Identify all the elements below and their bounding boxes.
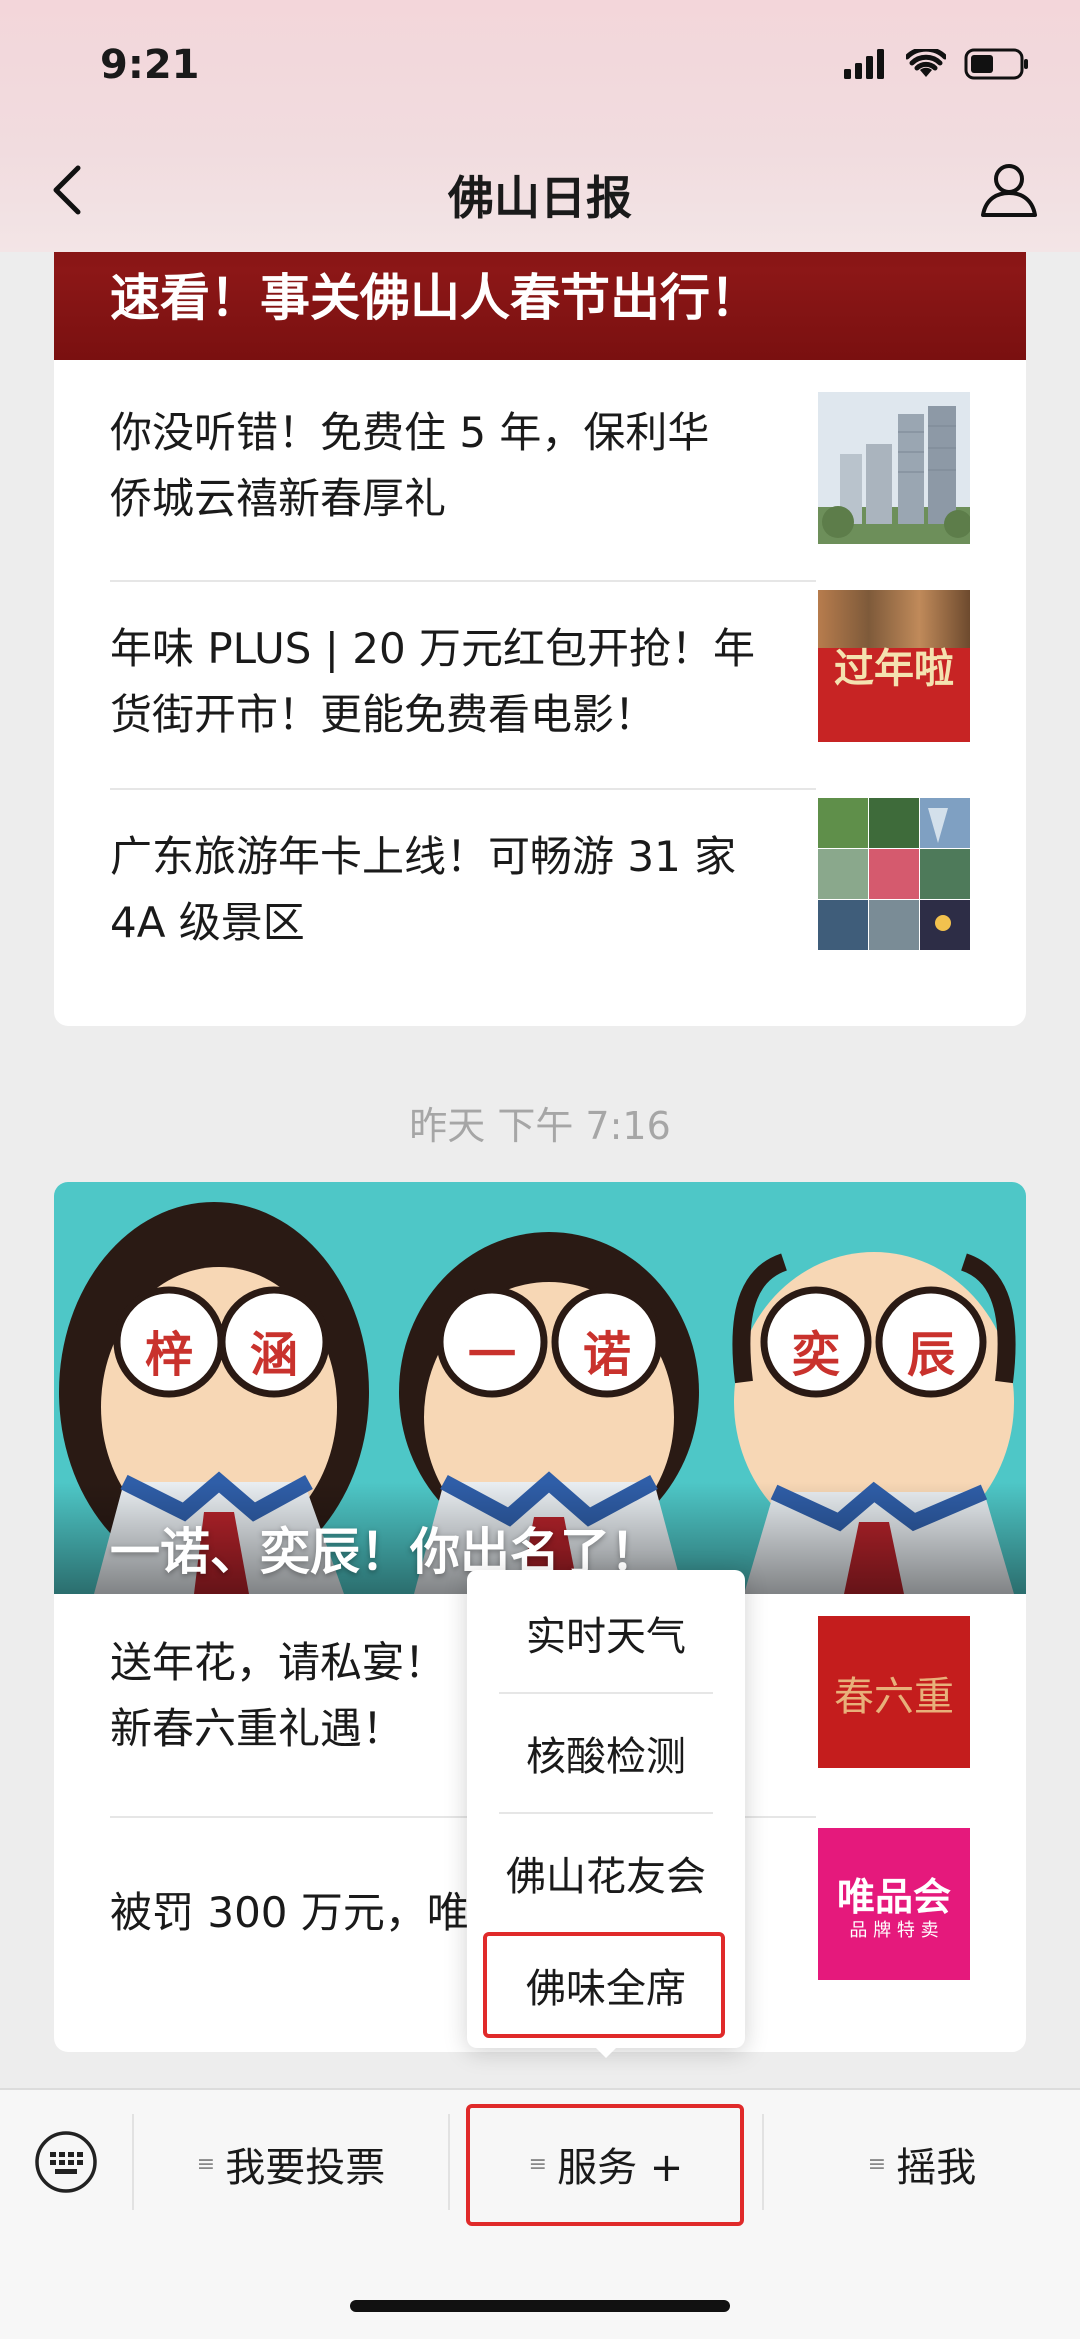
article-title-line: 你没听错！免费住 5 年，保利华 xyxy=(110,408,710,457)
top-bar: 9:21 佛山日报 xyxy=(0,0,1080,252)
glasses-char: 涵 xyxy=(249,1327,298,1383)
keyboard-toggle-icon[interactable] xyxy=(34,2130,98,2194)
glasses-char: 梓 xyxy=(144,1327,193,1383)
article-thumbnail xyxy=(818,392,970,544)
glasses-char: 一 xyxy=(467,1327,516,1383)
article-thumbnail: 过年啦 xyxy=(818,590,970,742)
glasses-char: 辰 xyxy=(906,1327,955,1383)
scenic-collage-thumbnail xyxy=(818,798,970,950)
article-title-line: 侨城云禧新春厚礼 xyxy=(110,474,447,523)
status-time: 9:21 xyxy=(100,42,200,88)
thumbnail-caption: 春六重 xyxy=(834,1674,954,1720)
article-title: 你没听错！免费住 5 年，保利华 侨城云禧新春厚礼 xyxy=(110,400,810,532)
article-thumbnail xyxy=(818,798,970,950)
battery-icon xyxy=(964,48,1028,80)
article-item[interactable]: 年味 PLUS | 20 万元红包开抢！年 货街开市！更能免费看电影！ 过年啦 xyxy=(54,580,1026,788)
banner-title: 速看！事关佛山人春节出行！ xyxy=(110,269,760,327)
thumbnail-subcaption: 品 牌 特 卖 xyxy=(849,1920,939,1941)
article-thumbnail: 春六重 xyxy=(818,1616,970,1768)
menu-item-flower-club[interactable]: 佛山花友会 xyxy=(467,1814,745,1932)
glasses-char: 奕 xyxy=(791,1327,840,1383)
article-title-line: 4A 级景区 xyxy=(110,898,305,947)
signal-icon xyxy=(844,49,884,79)
highlight-box xyxy=(483,1932,725,2038)
article-title-line: 年味 PLUS | 20 万元红包开抢！年 xyxy=(110,624,756,673)
menu-item-nucleic-test[interactable]: 核酸检测 xyxy=(467,1694,745,1812)
banner-image[interactable]: 梓 涵 一 诺 奕 辰 一诺、奕辰！你出名了！ xyxy=(54,1182,1026,1594)
article-item[interactable]: 你没听错！免费住 5 年，保利华 侨城云禧新春厚礼 xyxy=(54,360,1026,568)
thumbnail-caption: 过年啦 xyxy=(834,646,954,692)
user-profile-icon[interactable] xyxy=(978,158,1040,220)
article-title: 广东旅游年卡上线！可畅游 31 家 4A 级景区 xyxy=(110,824,810,956)
menu-label: 摇我 xyxy=(896,2145,977,2191)
menu-list-icon: ≡ xyxy=(196,2151,216,2177)
article-title: 年味 PLUS | 20 万元红包开抢！年 货街开市！更能免费看电影！ xyxy=(110,616,810,748)
status-icons xyxy=(844,48,1030,80)
article-title-line: 货街开市！更能免费看电影！ xyxy=(110,690,657,739)
wifi-icon xyxy=(906,49,946,77)
article-thumbnail: 唯品会 品 牌 特 卖 xyxy=(818,1828,970,1980)
menu-label: 我要投票 xyxy=(225,2145,386,2191)
menu-list-icon: ≡ xyxy=(867,2151,887,2177)
page-title: 佛山日报 xyxy=(448,171,632,225)
thumbnail-caption: 唯品会 xyxy=(836,1875,951,1919)
home-indicator[interactable] xyxy=(350,2300,730,2312)
message-timestamp: 昨天 下午 7:16 xyxy=(409,1104,671,1148)
article-item[interactable]: 广东旅游年卡上线！可畅游 31 家 4A 级景区 xyxy=(54,788,1026,996)
article-title-line: 广东旅游年卡上线！可畅游 31 家 xyxy=(110,832,737,881)
buildings-thumbnail xyxy=(818,392,970,544)
highlight-box xyxy=(466,2104,744,2226)
article-card[interactable]: ■■ 速看！事关佛山人春节出行！ 你没听错！免费住 5 年，保利华 侨城云禧新春… xyxy=(54,160,1026,1026)
menu-shake[interactable]: ≡ 摇我 xyxy=(764,2118,1080,2210)
menu-vote[interactable]: ≡ 我要投票 xyxy=(134,2118,448,2210)
glasses-char: 诺 xyxy=(582,1327,631,1383)
menu-pointer xyxy=(592,2044,620,2058)
menu-item-weather[interactable]: 实时天气 xyxy=(467,1574,745,1692)
service-popup-menu: 实时天气 核酸检测 佛山花友会 佛味全席 xyxy=(467,1570,745,2048)
